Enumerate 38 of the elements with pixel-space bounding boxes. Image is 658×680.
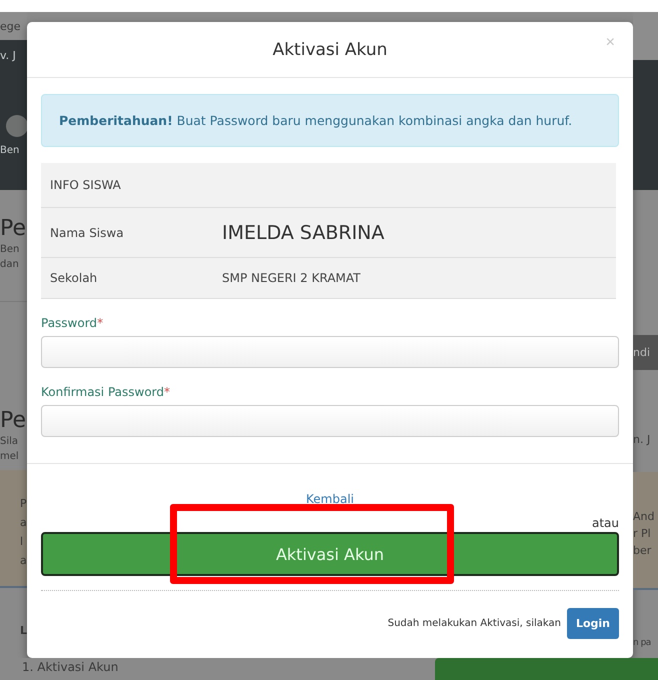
avatar-icon (6, 115, 27, 137)
table-cell: SMP NEGERI 2 KRAMAT (222, 271, 360, 285)
notice-alert: Pemberitahuan! Buat Password baru menggunakan kombinasi angka dan huruf. (41, 94, 619, 147)
footer-text: Sudah melakukan Aktivasi, silakan (388, 618, 561, 629)
notice-text: r Pl (633, 526, 652, 542)
list-item: 1. Aktivasi Akun (21, 659, 118, 676)
section-text: Sila (0, 435, 20, 449)
input-field[interactable] (41, 336, 619, 368)
section-text: dan (0, 258, 20, 272)
section-text: mel (0, 450, 20, 464)
list-heading: L (19, 623, 27, 638)
modal-title: Aktivasi Akun (272, 40, 388, 60)
section-text: n. J (633, 432, 652, 448)
notice-text: ber (633, 543, 652, 559)
login-button[interactable]: Login (567, 608, 619, 639)
banner-button[interactable]: ndi (633, 335, 658, 370)
section-heading: Pe (0, 216, 27, 242)
banner-text: v. J (0, 48, 17, 63)
table-cell-text: Nama Siswa (50, 226, 125, 240)
table-cell-text: Sekolah (50, 271, 98, 285)
table-heading: INFO SISWA (41, 163, 616, 208)
banner-text: Ben (0, 144, 20, 158)
activate-button[interactable]: Aktivasi Akun (41, 532, 619, 576)
notice-text: And (633, 509, 656, 525)
field-label: Konfirmasi Password* (41, 385, 171, 401)
notice-text: a (19, 515, 27, 531)
field-label: Password* (41, 316, 104, 332)
input-field[interactable] (41, 405, 619, 437)
or-text: atau (592, 516, 619, 530)
back-link[interactable]: Kembali (306, 492, 354, 508)
section-text: n pa (633, 637, 652, 650)
section-heading: Pe (0, 408, 27, 434)
section-text: Ben (0, 243, 20, 257)
notice-text: a (19, 553, 27, 569)
navbar-text: ege (0, 18, 21, 34)
table-cell: IMELDA SABRINA (222, 222, 384, 244)
notice-text: l (19, 534, 24, 550)
notice-text: P (19, 496, 27, 512)
